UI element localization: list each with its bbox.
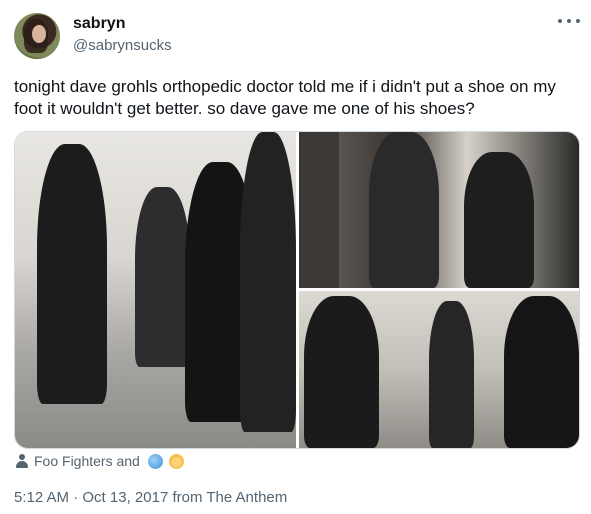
media-grid <box>14 131 580 449</box>
more-dot <box>576 19 580 23</box>
person-icon <box>16 454 28 468</box>
more-icon[interactable] <box>558 14 580 28</box>
photo-figure <box>304 296 379 448</box>
tweet-time: 5:12 AM <box>14 489 70 506</box>
photo-3[interactable] <box>299 291 579 448</box>
tagged-people[interactable]: Foo Fighters and <box>16 452 184 470</box>
user-handle[interactable]: @sabrynsucks <box>73 37 172 54</box>
baby-angel-icon <box>168 453 184 469</box>
more-dot <box>567 19 571 23</box>
globe-icon <box>147 453 163 469</box>
meta-separator: · <box>73 489 79 506</box>
more-dot <box>558 19 562 23</box>
photo-figure <box>464 152 534 288</box>
photo-2[interactable] <box>299 132 579 288</box>
tweet-date: Oct 13, 2017 <box>82 489 169 506</box>
display-name[interactable]: sabryn <box>73 15 125 33</box>
photo-figure <box>240 132 296 432</box>
tweet-timestamp[interactable]: 5:12 AM · Oct 13, 2017 from The Anthem <box>14 489 287 506</box>
avatar-face <box>32 25 46 43</box>
tagged-label: Foo Fighters and <box>34 453 140 469</box>
tweet-text: tonight dave grohls orthopedic doctor to… <box>14 77 556 118</box>
photo-figure <box>504 296 579 448</box>
tweet-source: from The Anthem <box>172 489 288 506</box>
photo-figure <box>135 187 190 367</box>
photo-figure <box>369 132 439 288</box>
photo-figure <box>429 301 474 448</box>
photo-1[interactable] <box>15 132 296 448</box>
tweet-card: sabryn @sabrynsucks tonight dave grohls … <box>0 0 591 514</box>
avatar[interactable] <box>14 13 60 59</box>
photo-figure <box>299 132 339 288</box>
photo-figure <box>37 144 107 404</box>
